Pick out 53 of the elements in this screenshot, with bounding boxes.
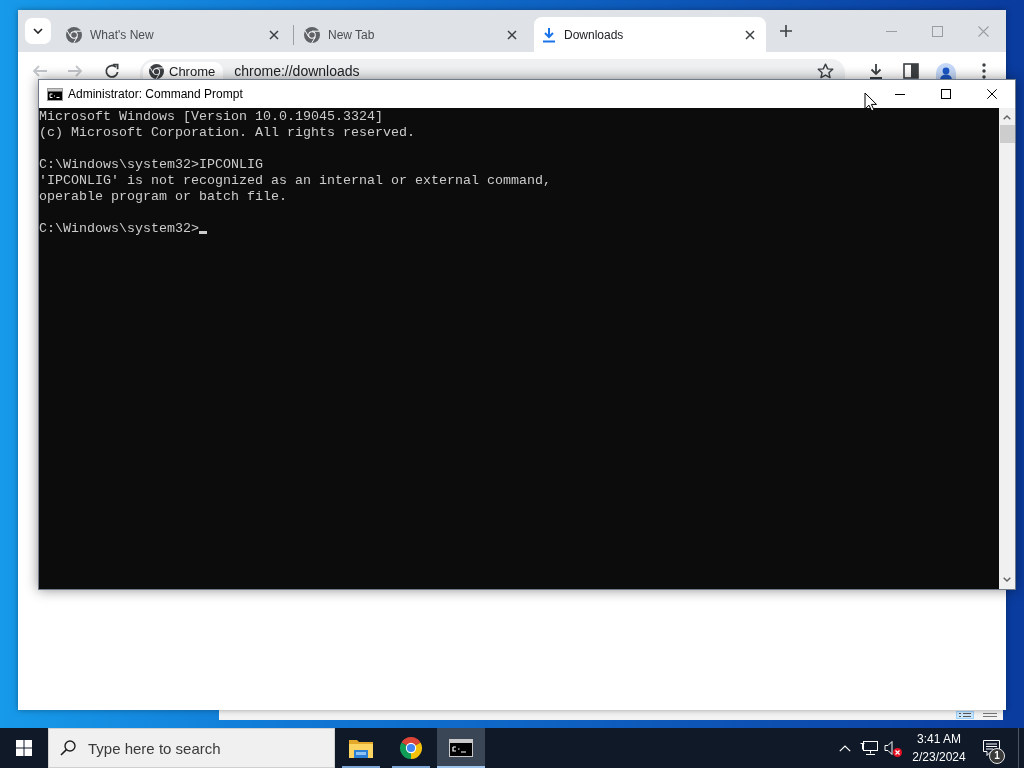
- speaker-muted-icon[interactable]: [884, 739, 902, 757]
- close-icon: [977, 25, 989, 37]
- chrome-logo-icon: [399, 736, 423, 760]
- close-icon: [987, 89, 997, 99]
- console-line: 'IPCONLIG' is not recognized as an internal or external command,: [39, 173, 551, 189]
- search-bar[interactable]: Type here to search: [48, 728, 335, 768]
- scrollbar-thumb[interactable]: [999, 125, 1015, 143]
- clock-date[interactable]: 2/23/2024: [912, 748, 966, 766]
- maximize-icon: [941, 89, 951, 99]
- console-line: (c) Microsoft Corporation. All rights reserved.: [39, 125, 415, 141]
- download-icon[interactable]: [868, 63, 884, 79]
- console-line: operable program or batch file.: [39, 189, 287, 205]
- site-chip[interactable]: Chrome: [143, 62, 224, 79]
- taskbar-app-button[interactable]: [437, 728, 485, 768]
- url-text: chrome://downloads: [234, 64, 360, 79]
- chevron-down-icon[interactable]: [1003, 577, 1011, 582]
- console-prompt: C:\Windows\system32>: [39, 221, 199, 236]
- close-icon[interactable]: [507, 29, 517, 40]
- close-icon[interactable]: [269, 29, 279, 40]
- download-icon: [542, 26, 556, 43]
- chevron-down-icon: [33, 28, 43, 34]
- profile-avatar-icon[interactable]: [936, 63, 956, 79]
- maximize-icon: [931, 25, 943, 37]
- kebab-menu-icon[interactable]: [982, 63, 986, 79]
- clock-time[interactable]: 3:41 AM: [917, 730, 961, 748]
- search-input[interactable]: Type here to search: [88, 739, 318, 757]
- reload-icon[interactable]: [104, 63, 120, 79]
- browser-tab[interactable]: What's New: [58, 17, 290, 52]
- console-line: Microsoft Windows [Version 10.0.19045.3324]: [39, 109, 383, 125]
- details-view-icon[interactable]: [956, 711, 974, 719]
- tab-search-button[interactable]: [25, 18, 51, 44]
- minimize-icon: [885, 30, 897, 32]
- address-bar[interactable]: Chrome chrome://downloads: [140, 59, 845, 79]
- star-icon[interactable]: [817, 63, 834, 79]
- windows-logo-icon: [16, 740, 32, 756]
- list-view-icon[interactable]: [981, 711, 999, 719]
- chrome-logo-icon: [304, 26, 320, 43]
- search-icon: [60, 740, 76, 756]
- side-panel-icon[interactable]: [903, 63, 919, 79]
- close-icon[interactable]: [745, 29, 755, 40]
- console-line: C:\Windows\system32>IPCONLIG: [39, 157, 263, 173]
- console-app-icon: [449, 739, 473, 757]
- scrollbar[interactable]: [999, 108, 1015, 589]
- console-app-icon: [47, 87, 63, 101]
- browser-tab[interactable]: New Tab: [296, 17, 528, 52]
- network-icon[interactable]: [860, 740, 878, 756]
- folder-icon: [349, 738, 373, 758]
- plus-icon[interactable]: [780, 25, 792, 37]
- chrome-logo-icon: [66, 26, 82, 43]
- browser-tab[interactable]: Downloads: [534, 17, 766, 52]
- minimize-icon: [895, 93, 905, 95]
- notification-count: 1: [989, 748, 1005, 764]
- window-title: Administrator: Command Prompt: [68, 87, 243, 101]
